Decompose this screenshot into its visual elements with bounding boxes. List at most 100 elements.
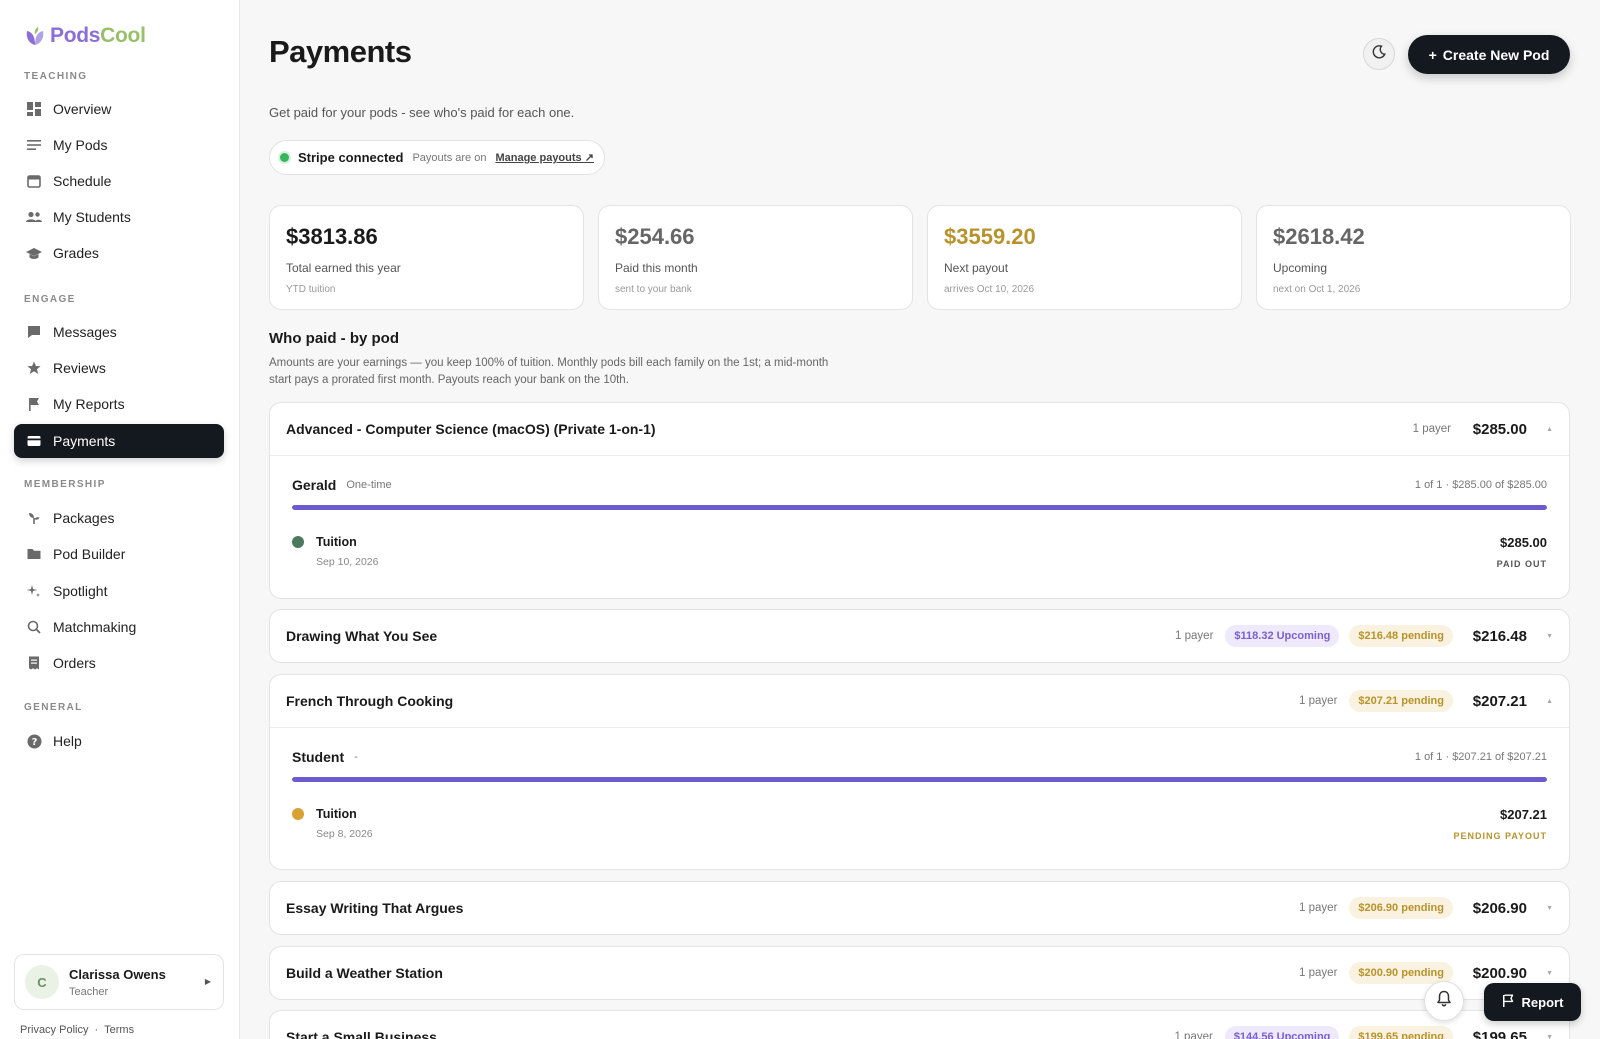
sidebar-item-packages[interactable]: Packages <box>14 501 224 535</box>
flag-icon <box>26 396 42 412</box>
plus-icon: + <box>1428 46 1437 63</box>
payer-count: 1 payer <box>1412 423 1451 435</box>
sidebar-item-pod-builder[interactable]: Pod Builder <box>14 537 224 571</box>
transaction-status: PENDING PAYOUT <box>1453 831 1547 841</box>
create-new-pod-button[interactable]: + Create New Pod <box>1408 35 1570 74</box>
stat-card-paid-this-month: $254.66 Paid this month sent to your ban… <box>598 205 913 310</box>
privacy-link[interactable]: Privacy Policy <box>20 1024 88 1036</box>
brand-name: PodsCool <box>50 24 146 47</box>
stat-value: $2618.42 <box>1273 224 1365 249</box>
theme-toggle-button[interactable] <box>1363 38 1395 70</box>
page-subtitle: Get paid for your pods - see who's paid … <box>269 105 575 120</box>
sidebar-item-my-students[interactable]: My Students <box>14 200 224 234</box>
sidebar-item-reviews[interactable]: Reviews <box>14 351 224 385</box>
manage-payouts-link[interactable]: Manage payouts ↗ <box>495 151 593 164</box>
sidebar-item-payments[interactable]: Payments <box>14 424 224 458</box>
chevron-down-icon: ▼ <box>1546 904 1553 912</box>
sidebar-item-label: Grades <box>53 245 99 261</box>
who-paid-description: Amounts are your earnings — you keep 100… <box>269 357 829 386</box>
stat-value: $3559.20 <box>944 224 1036 249</box>
pod-details: Gerald One-time 1 of 1 · $285.00 of $285… <box>270 455 1569 598</box>
pod-name: Essay Writing That Argues <box>286 900 464 916</box>
terms-link[interactable]: Terms <box>104 1024 134 1036</box>
star-icon <box>26 360 42 376</box>
chevron-down-icon: ▼ <box>1546 632 1553 640</box>
pod-amount: $207.21 <box>1472 692 1527 710</box>
sidebar-item-matchmaking[interactable]: Matchmaking <box>14 610 224 644</box>
footer-links: Privacy Policy · Terms <box>20 1024 134 1036</box>
stat-sub: arrives Oct 10, 2026 <box>944 284 1035 295</box>
payer-billing-type: - <box>354 751 358 763</box>
transaction-date: Sep 10, 2026 <box>316 556 379 568</box>
main-content: Payments + Create New Pod Get paid for y… <box>241 0 1600 1039</box>
pod-amount: $206.90 <box>1472 899 1527 917</box>
payment-progress-bar <box>292 777 1547 782</box>
payer-progress-text: 1 of 1 · $207.21 of $207.21 <box>1414 751 1547 763</box>
sidebar-item-my-pods[interactable]: My Pods <box>14 128 224 162</box>
nav-section-general: GENERAL <box>24 702 83 713</box>
sidebar-item-my-reports[interactable]: My Reports <box>14 387 224 421</box>
sparkle-icon <box>26 583 42 599</box>
stat-value: $254.66 <box>615 224 695 249</box>
pod-header[interactable]: Start a Small Business 1 payer $144.56 U… <box>270 1011 1569 1039</box>
transaction-date: Sep 8, 2026 <box>316 828 373 840</box>
sidebar-item-label: My Pods <box>53 137 108 153</box>
pod-header[interactable]: French Through Cooking 1 payer $207.21 p… <box>270 675 1569 727</box>
receipt-icon <box>26 655 42 671</box>
pod-card: Start a Small Business 1 payer $144.56 U… <box>269 1010 1570 1039</box>
sidebar-item-spotlight[interactable]: Spotlight <box>14 574 224 608</box>
sidebar-item-label: Overview <box>53 101 112 117</box>
upcoming-badge: $118.32 Upcoming <box>1225 625 1340 647</box>
pending-badge: $206.90 pending <box>1349 897 1453 919</box>
sprout-icon <box>26 510 42 526</box>
stat-label: Paid this month <box>615 261 698 275</box>
grid-icon <box>26 101 42 117</box>
nav-section-teaching: TEACHING <box>24 71 88 82</box>
sidebar-item-orders[interactable]: Orders <box>14 646 224 680</box>
sidebar-item-label: Reviews <box>53 360 106 376</box>
notifications-button[interactable] <box>1424 981 1464 1021</box>
pod-details: Student - 1 of 1 · $207.21 of $207.21 Tu… <box>270 727 1569 869</box>
pending-badge: $216.48 pending <box>1349 625 1453 647</box>
stat-value: $3813.86 <box>286 224 378 249</box>
sidebar-item-label: My Reports <box>53 396 125 412</box>
page-title: Payments <box>269 34 412 69</box>
bell-icon <box>1436 990 1452 1012</box>
pod-header[interactable]: Drawing What You See 1 payer $118.32 Upc… <box>270 610 1569 662</box>
sidebar-item-label: Spotlight <box>53 583 108 599</box>
user-menu[interactable]: C Clarissa Owens Teacher ▶ <box>14 954 224 1010</box>
chevron-right-icon: ▶ <box>204 977 211 986</box>
who-paid-title: Who paid - by pod <box>269 330 399 347</box>
sidebar-item-label: Help <box>53 733 82 749</box>
sidebar-item-help[interactable]: ? Help <box>14 724 224 758</box>
transaction-name: Tuition <box>316 807 357 821</box>
sidebar-item-schedule[interactable]: Schedule <box>14 164 224 198</box>
pod-amount: $200.90 <box>1472 964 1527 982</box>
moon-icon <box>1372 44 1386 64</box>
report-label: Report <box>1521 994 1564 1010</box>
pod-amount: $199.65 <box>1472 1028 1527 1039</box>
payer-billing-type: One-time <box>346 479 392 491</box>
logo[interactable]: PodsCool <box>24 24 146 48</box>
payment-progress-bar <box>292 505 1547 510</box>
stat-card-total-earned: $3813.86 Total earned this year YTD tuit… <box>269 205 584 310</box>
sidebar-item-grades[interactable]: Grades <box>14 236 224 270</box>
stat-card-upcoming: $2618.42 Upcoming next on Oct 1, 2026 <box>1256 205 1571 310</box>
stat-card-next-payout: $3559.20 Next payout arrives Oct 10, 202… <box>927 205 1242 310</box>
sidebar-item-messages[interactable]: Messages <box>14 315 224 349</box>
pod-header[interactable]: Essay Writing That Argues 1 payer $206.9… <box>270 882 1569 934</box>
pod-header[interactable]: Build a Weather Station 1 payer $200.90 … <box>270 947 1569 999</box>
report-button[interactable]: Report <box>1484 983 1581 1021</box>
pod-header[interactable]: Advanced - Computer Science (macOS) (Pri… <box>270 403 1569 455</box>
sidebar-item-label: Pod Builder <box>53 546 126 562</box>
sidebar-item-label: Matchmaking <box>53 619 137 635</box>
list-icon <box>26 137 42 153</box>
svg-text:?: ? <box>31 737 37 748</box>
payer-progress-text: 1 of 1 · $285.00 of $285.00 <box>1414 479 1547 491</box>
chevron-down-icon: ▼ <box>1546 1033 1553 1039</box>
avatar: C <box>25 965 59 999</box>
sidebar-item-overview[interactable]: Overview <box>14 92 224 126</box>
footer-separator: · <box>94 1024 99 1036</box>
transaction-row: Tuition Sep 8, 2026 $207.21 PENDING PAYO… <box>292 807 1547 841</box>
progress-fill <box>292 777 1547 782</box>
